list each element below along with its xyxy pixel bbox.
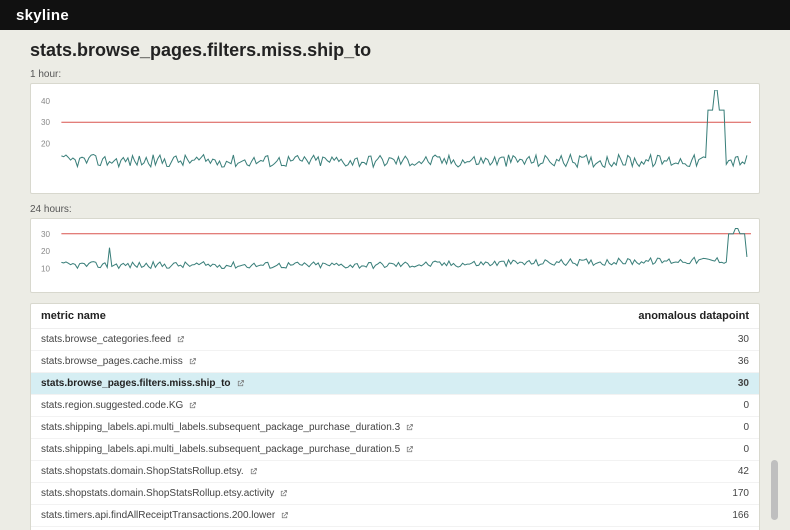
share-icon [279, 489, 288, 498]
chart-1-hour-section: 1 hour: 20 30 40 [30, 69, 760, 194]
metric-name-text: stats.shipping_labels.api.multi_labels.s… [41, 422, 400, 433]
metric-name-text: stats.shopstats.domain.ShopStatsRollup.e… [41, 466, 244, 477]
table-row[interactable]: stats.timers.api.findAllReceiptTransacti… [31, 527, 759, 530]
page-content: stats.browse_pages.filters.miss.ship_to … [0, 30, 790, 530]
chart-24-hours-box: 10 20 30 [30, 218, 760, 293]
metric-name-cell: stats.shipping_labels.api.multi_labels.s… [41, 422, 414, 433]
svg-text:30: 30 [41, 229, 51, 238]
metric-name-cell: stats.shipping_labels.api.multi_labels.s… [41, 444, 414, 455]
chart-1-hour-label: 1 hour: [30, 69, 760, 80]
metric-name-cell: stats.region.suggested.code.KG [41, 400, 197, 411]
brand-logo[interactable]: skyline [16, 7, 69, 24]
metric-value-cell: 0 [743, 400, 749, 411]
metric-value-cell: 0 [743, 422, 749, 433]
metric-value-cell: 170 [732, 488, 749, 499]
metric-value-cell: 30 [738, 378, 749, 389]
metric-value-cell: 36 [738, 356, 749, 367]
top-bar: skyline [0, 0, 790, 30]
metrics-table: metric name anomalous datapoint stats.br… [30, 303, 760, 530]
svg-text:20: 20 [41, 247, 51, 256]
metric-name-cell: stats.browse_pages.cache.miss [41, 356, 197, 367]
metric-name-text: stats.shipping_labels.api.multi_labels.s… [41, 444, 400, 455]
table-row[interactable]: stats.shopstats.domain.ShopStatsRollup.e… [31, 483, 759, 505]
share-icon [188, 357, 197, 366]
metric-value-cell: 166 [732, 510, 749, 521]
chart-24-hours-section: 24 hours: 10 20 30 [30, 204, 760, 293]
table-row[interactable]: stats.shipping_labels.api.multi_labels.s… [31, 439, 759, 461]
metric-value-cell: 42 [738, 466, 749, 477]
metric-name-cell: stats.browse_pages.filters.miss.ship_to [41, 378, 245, 389]
column-header-name[interactable]: metric name [41, 310, 106, 322]
metric-name-text: stats.browse_categories.feed [41, 334, 171, 345]
table-row[interactable]: stats.shopstats.domain.ShopStatsRollup.e… [31, 461, 759, 483]
page-title: stats.browse_pages.filters.miss.ship_to [30, 40, 760, 61]
chart-24-hours-svg[interactable]: 10 20 30 [39, 225, 751, 286]
table-row[interactable]: stats.browse_categories.feed 30 [31, 329, 759, 351]
svg-text:10: 10 [41, 264, 51, 273]
scrollbar-thumb[interactable] [771, 460, 778, 520]
table-body: stats.browse_categories.feed30stats.brow… [31, 329, 759, 530]
metric-name-text: stats.shopstats.domain.ShopStatsRollup.e… [41, 488, 274, 499]
column-header-value[interactable]: anomalous datapoint [638, 310, 749, 322]
metric-name-text: stats.browse_pages.cache.miss [41, 356, 183, 367]
metric-value-cell: 0 [743, 444, 749, 455]
metric-name-cell: stats.shopstats.domain.ShopStatsRollup.e… [41, 488, 288, 499]
metric-name-text: stats.timers.api.findAllReceiptTransacti… [41, 510, 275, 521]
table-row[interactable]: stats.shipping_labels.api.multi_labels.s… [31, 417, 759, 439]
share-icon [236, 379, 245, 388]
share-icon [280, 511, 289, 520]
metric-name-text: stats.region.suggested.code.KG [41, 400, 183, 411]
share-icon [405, 423, 414, 432]
svg-text:30: 30 [41, 118, 51, 127]
chart-24-hours-label: 24 hours: [30, 204, 760, 215]
svg-text:20: 20 [41, 140, 51, 149]
metric-value-cell: 30 [738, 334, 749, 345]
share-icon [176, 335, 185, 344]
metric-name-cell: stats.browse_categories.feed [41, 334, 185, 345]
table-row[interactable]: stats.region.suggested.code.KG 0 [31, 395, 759, 417]
table-row[interactable]: stats.browse_pages.cache.miss 36 [31, 351, 759, 373]
table-header-row: metric name anomalous datapoint [31, 304, 759, 329]
svg-text:40: 40 [41, 97, 51, 106]
share-icon [249, 467, 258, 476]
metric-name-cell: stats.timers.api.findAllReceiptTransacti… [41, 510, 289, 521]
table-row[interactable]: stats.browse_pages.filters.miss.ship_to 3… [31, 373, 759, 395]
chart-1-hour-svg[interactable]: 20 30 40 [39, 90, 751, 187]
metric-name-cell: stats.shopstats.domain.ShopStatsRollup.e… [41, 466, 258, 477]
chart-1-hour-box: 20 30 40 [30, 83, 760, 194]
share-icon [405, 445, 414, 454]
share-icon [188, 401, 197, 410]
table-row[interactable]: stats.timers.api.findAllReceiptTransacti… [31, 505, 759, 527]
metric-name-text: stats.browse_pages.filters.miss.ship_to [41, 378, 231, 389]
